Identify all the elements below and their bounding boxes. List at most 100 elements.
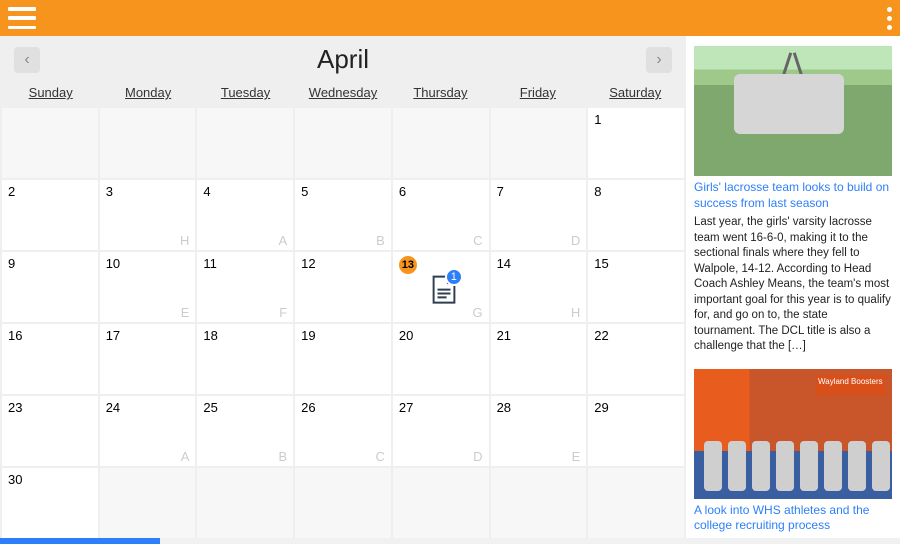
hamburger-icon[interactable] (8, 7, 36, 29)
day-letter: A (278, 233, 287, 248)
day-number: 30 (8, 472, 22, 487)
day-cell-18[interactable]: 18 (197, 324, 293, 394)
doc-count-badge: 1 (445, 268, 463, 286)
story-image: Wayland Boosters (694, 369, 892, 499)
day-cell-22[interactable]: 22 (588, 324, 684, 394)
day-number: 25 (203, 400, 217, 415)
day-cell-16[interactable]: 16 (2, 324, 98, 394)
day-cell-5[interactable]: 5B (295, 180, 391, 250)
month-title: April (317, 44, 369, 75)
day-number: 28 (497, 400, 511, 415)
day-cell-19[interactable]: 19 (295, 324, 391, 394)
document-icon[interactable]: 1 (431, 274, 457, 308)
day-number: 24 (106, 400, 120, 415)
day-cell-28[interactable]: 28 E (491, 396, 587, 466)
story-title[interactable]: Girls' lacrosse team looks to build on s… (694, 180, 892, 211)
weekday-header: Friday (489, 81, 586, 104)
news-story[interactable]: Girls' lacrosse team looks to build on s… (694, 46, 892, 355)
day-cell-11[interactable]: 11 F (197, 252, 293, 322)
day-cell-30[interactable]: 30 (2, 468, 98, 538)
day-cell-3[interactable]: 3H (100, 180, 196, 250)
day-letter: D (571, 233, 580, 248)
day-number: 26 (301, 400, 315, 415)
day-number: 11 (203, 256, 217, 271)
horizontal-scrollbar[interactable] (0, 538, 900, 544)
empty-cell (2, 108, 98, 178)
day-number: 20 (399, 328, 413, 343)
kebab-menu-icon[interactable] (887, 7, 892, 30)
calendar-grid: 123H4A5B6C7D8910E11F1213G114H15161718192… (0, 108, 686, 538)
day-letter: F (279, 305, 287, 320)
day-number: 4 (203, 184, 210, 199)
app-header (0, 0, 900, 36)
day-cell-9[interactable]: 9 (2, 252, 98, 322)
day-cell-25[interactable]: 25 B (197, 396, 293, 466)
day-letter: A (181, 449, 190, 464)
day-number: 3 (106, 184, 113, 199)
day-number: 15 (594, 256, 608, 271)
day-number: 22 (594, 328, 608, 343)
day-number: 7 (497, 184, 504, 199)
day-number: 27 (399, 400, 413, 415)
day-number: 12 (301, 256, 315, 271)
day-number: 19 (301, 328, 315, 343)
day-number: 14 (497, 256, 511, 271)
day-cell-7[interactable]: 7D (491, 180, 587, 250)
empty-cell (491, 108, 587, 178)
day-number: 21 (497, 328, 511, 343)
day-cell-4[interactable]: 4A (197, 180, 293, 250)
day-letter: B (278, 449, 287, 464)
day-number: 8 (594, 184, 601, 199)
empty-cell (100, 468, 196, 538)
day-number: 18 (203, 328, 217, 343)
day-cell-1[interactable]: 1 (588, 108, 684, 178)
day-cell-2[interactable]: 2 (2, 180, 98, 250)
day-cell-15[interactable]: 15 (588, 252, 684, 322)
day-number: 29 (594, 400, 608, 415)
day-cell-27[interactable]: 27D (393, 396, 489, 466)
weekday-header: Saturday (587, 81, 684, 104)
day-cell-21[interactable]: 21 (491, 324, 587, 394)
prev-month-button[interactable]: ‹ (14, 47, 40, 73)
day-cell-12[interactable]: 12 (295, 252, 391, 322)
empty-cell (295, 108, 391, 178)
day-cell-24[interactable]: 24 A (100, 396, 196, 466)
weekday-header: Wednesday (294, 81, 391, 104)
day-number: 10 (106, 256, 120, 271)
weekday-header: Thursday (392, 81, 489, 104)
day-cell-26[interactable]: 26 C (295, 396, 391, 466)
day-cell-17[interactable]: 17 (100, 324, 196, 394)
weekday-row: SundayMondayTuesdayWednesdayThursdayFrid… (0, 81, 686, 108)
day-letter: H (571, 305, 580, 320)
calendar-header: ‹ April › (0, 44, 686, 81)
day-cell-23[interactable]: 23 (2, 396, 98, 466)
day-cell-13[interactable]: 13G1 (393, 252, 489, 322)
day-cell-8[interactable]: 8 (588, 180, 684, 250)
day-cell-29[interactable]: 29 (588, 396, 684, 466)
empty-cell (393, 108, 489, 178)
day-cell-6[interactable]: 6C (393, 180, 489, 250)
next-month-button[interactable]: › (646, 47, 672, 73)
news-story[interactable]: Wayland Boosters A look into WHS athlete… (694, 369, 892, 534)
day-cell-14[interactable]: 14 H (491, 252, 587, 322)
day-number: 6 (399, 184, 406, 199)
empty-cell (197, 108, 293, 178)
weekday-header: Monday (99, 81, 196, 104)
weekday-header: Sunday (2, 81, 99, 104)
story-excerpt: Last year, the girls' varsity lacrosse t… (694, 215, 892, 355)
calendar-panel: ‹ April › SundayMondayTuesdayWednesdayTh… (0, 36, 686, 544)
empty-cell (197, 468, 293, 538)
story-title[interactable]: A look into WHS athletes and the college… (694, 503, 892, 534)
day-letter: C (473, 233, 482, 248)
empty-cell (588, 468, 684, 538)
day-cell-10[interactable]: 10E (100, 252, 196, 322)
main-content: ‹ April › SundayMondayTuesdayWednesdayTh… (0, 36, 900, 544)
scrollbar-thumb[interactable] (0, 538, 160, 544)
empty-cell (393, 468, 489, 538)
day-number: 2 (8, 184, 15, 199)
day-number: 1 (594, 112, 601, 127)
day-letter: C (375, 449, 384, 464)
day-letter: E (572, 449, 581, 464)
day-cell-20[interactable]: 20 (393, 324, 489, 394)
day-number: 5 (301, 184, 308, 199)
